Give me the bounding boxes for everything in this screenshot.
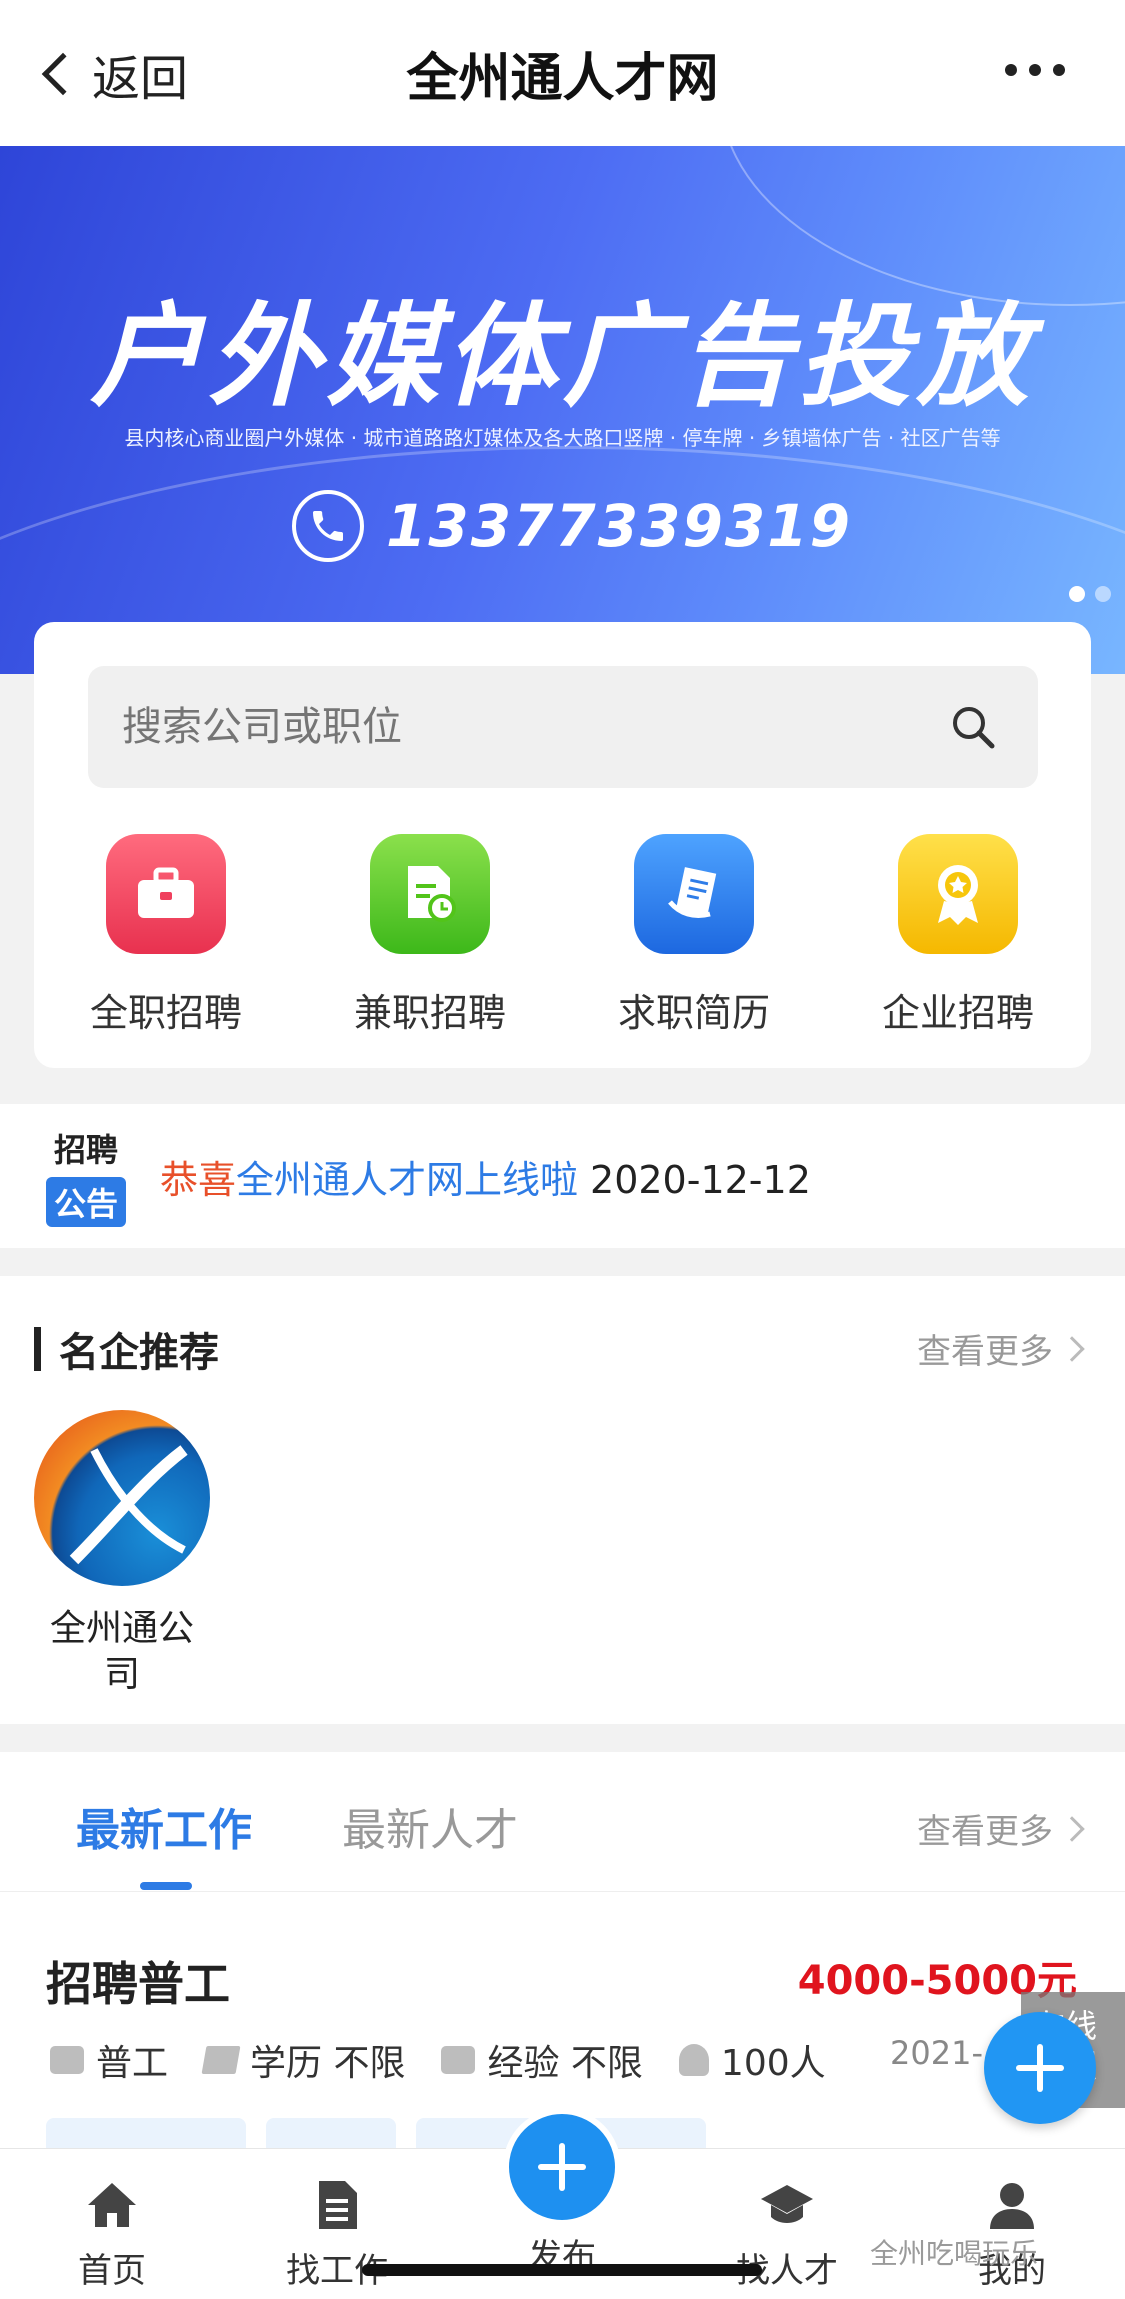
search-bar[interactable] (88, 666, 1038, 788)
job-category-label: 普工 (96, 2043, 169, 2084)
person-icon (678, 2044, 709, 2076)
search-card: 全职招聘 兼职招聘 求职简历 企业招聘 (34, 622, 1091, 1068)
more-menu-button[interactable] (1005, 64, 1065, 76)
app-screen: 返回 全州通人才网 户外媒体广告投放 县内核心商业圈户外媒体 · 城市道路路灯媒… (0, 0, 1125, 2299)
active-tab-indicator (140, 1882, 192, 1890)
chevron-right-icon (1059, 1335, 1085, 1362)
announcement-message: 全州通人才网上线啦 (236, 1157, 579, 1202)
graduation-cap-icon (201, 2046, 241, 2074)
view-more-jobs-link[interactable]: 查看更多 (917, 1804, 1085, 1853)
tab-label: 首页 (78, 2251, 146, 2291)
calendar-icon (441, 2046, 476, 2074)
publish-button[interactable] (503, 2108, 621, 2226)
view-more-label: 查看更多 (917, 1332, 1053, 1372)
banner-subtitle: 县内核心商业圈户外媒体 · 城市道路路灯媒体及各大路口竖牌 · 停车牌 · 乡镇… (124, 426, 1001, 450)
graduation-cap-icon (761, 2185, 813, 2223)
plus-icon (538, 2143, 586, 2191)
jobs-section: 最新工作 最新人才 查看更多 招聘普工 4000-5000元 普工 学历 不限 … (0, 1752, 1125, 2178)
home-indicator (362, 2264, 762, 2276)
jobs-tabs: 最新工作 最新人才 查看更多 (0, 1752, 1125, 1892)
watermark: 全州吃喝玩乐 (870, 2237, 1039, 2270)
plus-icon (1016, 2044, 1064, 2092)
floating-add-button[interactable] (984, 2012, 1096, 2124)
announcement-text: 恭喜全州通人才网上线啦 2020-12-12 (160, 1149, 811, 1204)
category-label: 全职招聘 (89, 991, 242, 1035)
chevron-left-icon (41, 52, 85, 96)
page-title: 全州通人才网 (406, 48, 719, 109)
view-more-companies-link[interactable]: 查看更多 (917, 1324, 1085, 1373)
announcement-bar[interactable]: 招聘 公告 恭喜全州通人才网上线啦 2020-12-12 (0, 1104, 1125, 1248)
job-headcount: 100人 (678, 2034, 826, 2086)
category-fulltime[interactable]: 全职招聘 (34, 834, 298, 1037)
banner-phone-number: 13377339319 (386, 492, 852, 560)
announcement-badge-bottom: 公告 (45, 1177, 126, 1227)
category-enterprise[interactable]: 企业招聘 (826, 834, 1090, 1037)
announcement-badge: 招聘 公告 (40, 1125, 132, 1227)
announcement-badge-top: 招聘 (53, 1131, 118, 1169)
document-icon (319, 2181, 357, 2229)
announcement-date: 2020-12-12 (590, 1157, 811, 1202)
nav-bar: 返回 全州通人才网 (0, 0, 1125, 146)
company-card[interactable]: 全州通公司 (34, 1410, 210, 1698)
banner-title: 户外媒体广告投放 (90, 292, 1035, 422)
section-header: 名企推荐 (34, 1320, 219, 1378)
dot-icon (1029, 64, 1041, 76)
phone-icon (292, 490, 364, 562)
featured-companies-section: 名企推荐 查看更多 全州通公司 (0, 1276, 1125, 1724)
dot-icon (1053, 64, 1065, 76)
back-label: 返回 (92, 51, 189, 107)
briefcase-icon (106, 834, 226, 954)
banner-phone: 13377339319 (292, 490, 852, 562)
job-education: 学历 不限 (201, 2034, 406, 2086)
job-meta: 普工 学历 不限 经验 不限 100人 (50, 2034, 862, 2086)
search-icon[interactable] (950, 704, 996, 750)
job-headcount-label: 100人 (720, 2043, 826, 2084)
company-name: 全州通公司 (49, 1608, 194, 1695)
banner-carousel[interactable]: 户外媒体广告投放 县内核心商业圈户外媒体 · 城市道路路灯媒体及各大路口竖牌 ·… (0, 146, 1125, 674)
job-experience: 经验 不限 (441, 2034, 643, 2086)
view-more-label: 查看更多 (917, 1812, 1053, 1852)
job-title: 招聘普工 (46, 1957, 230, 2011)
company-logo (34, 1410, 210, 1586)
document-clock-icon (370, 834, 490, 954)
job-education-label: 学历 不限 (250, 2043, 406, 2084)
tab-latest-talent[interactable]: 最新人才 (342, 1794, 518, 1858)
dot-icon (1005, 64, 1017, 76)
announcement-prefix: 恭喜 (160, 1157, 237, 1202)
tab-home[interactable]: 首页 (37, 2149, 187, 2292)
category-label: 企业招聘 (881, 991, 1034, 1035)
section-title: 名企推荐 (59, 1330, 219, 1376)
carousel-dot (1095, 586, 1111, 602)
section-accent-bar (34, 1327, 41, 1371)
category-label: 求职简历 (617, 991, 770, 1035)
award-badge-icon (898, 834, 1018, 954)
job-date: 2021- (890, 2034, 983, 2072)
carousel-indicator (1069, 586, 1111, 602)
chevron-right-icon (1059, 1815, 1085, 1842)
person-icon (990, 2183, 1034, 2229)
carousel-dot-active (1069, 586, 1085, 602)
tab-latest-jobs[interactable]: 最新工作 (76, 1794, 252, 1858)
category-label: 兼职招聘 (353, 991, 506, 1035)
resume-icon (634, 834, 754, 954)
back-button[interactable]: 返回 (36, 44, 188, 107)
category-grid: 全职招聘 兼职招聘 求职简历 企业招聘 (34, 834, 1091, 1037)
job-experience-label: 经验 不限 (487, 2043, 643, 2084)
home-icon (88, 2183, 136, 2227)
category-parttime[interactable]: 兼职招聘 (298, 834, 562, 1037)
job-category: 普工 (50, 2034, 168, 2086)
category-resume[interactable]: 求职简历 (562, 834, 826, 1037)
search-input[interactable] (122, 704, 902, 750)
briefcase-icon (50, 2046, 84, 2074)
